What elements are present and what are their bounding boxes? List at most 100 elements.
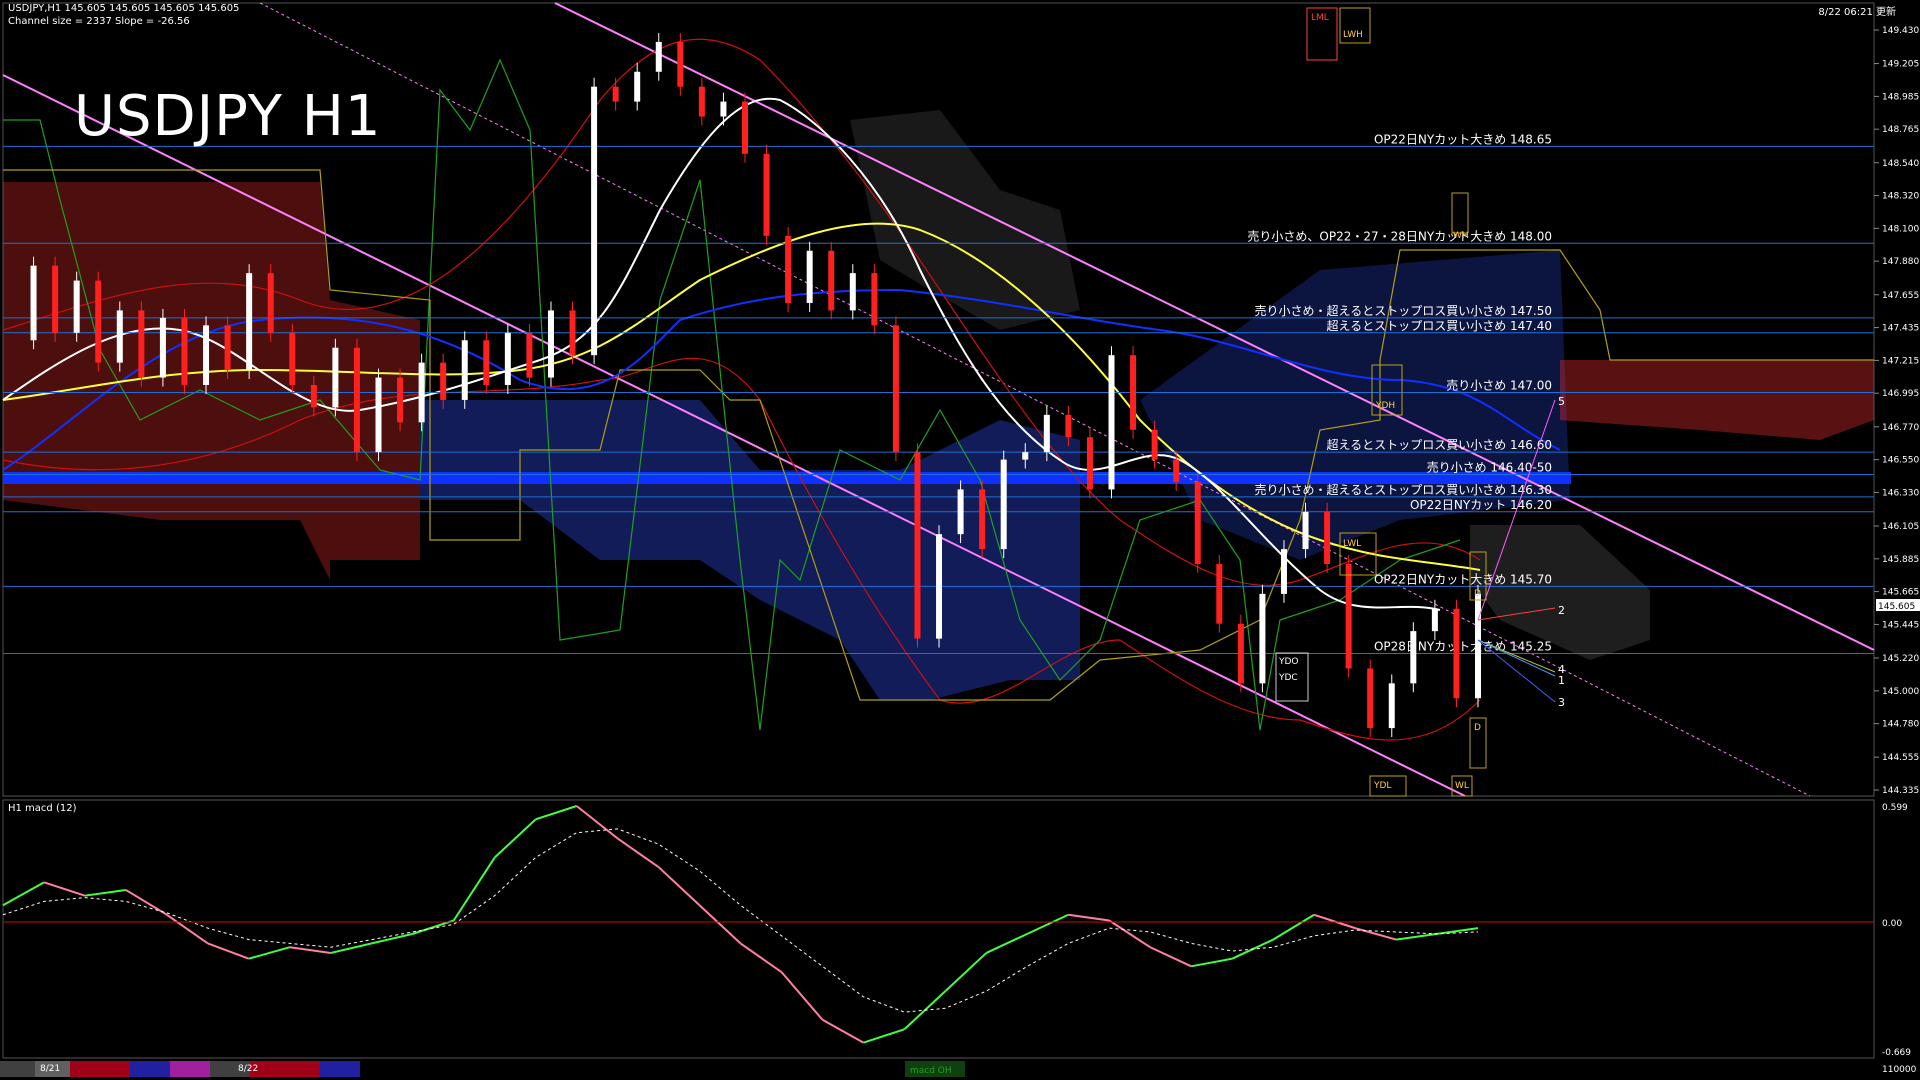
level-label: 売り小さめ・超えるとストップロス買い小さめ 146.30 xyxy=(1255,482,1552,497)
candle-body xyxy=(224,325,231,371)
candle-body xyxy=(1367,668,1374,729)
strip-seg-4 xyxy=(130,1061,170,1077)
candle-body xyxy=(634,71,641,102)
price-tick-label: 148.100 xyxy=(1882,224,1919,234)
candle-body xyxy=(440,362,447,400)
level-label: 売り小さめ 147.00 xyxy=(1446,377,1552,392)
candle-body xyxy=(936,534,943,639)
candle-body xyxy=(138,310,145,378)
candle-body xyxy=(828,250,835,311)
candle-body xyxy=(1022,452,1029,460)
strip-seg-7 xyxy=(250,1061,320,1077)
candle-body xyxy=(979,489,986,550)
candle-body xyxy=(1410,631,1417,684)
candle-body xyxy=(849,273,856,311)
price-tick-label: 147.655 xyxy=(1882,291,1919,301)
candle-body xyxy=(1431,608,1438,632)
projection-label-1: 1 xyxy=(1558,674,1565,687)
candle-body xyxy=(1151,429,1158,460)
candle-body xyxy=(418,362,425,423)
marker-d-bottom: D xyxy=(1474,723,1481,733)
date-label-2: 8/22 xyxy=(238,1064,259,1074)
level-label: OP22日NYカット大きめ 145.70 xyxy=(1374,572,1552,586)
price-tick-label: 146.105 xyxy=(1882,522,1919,532)
macd-axis-bottom: -0.669 xyxy=(1882,1048,1911,1058)
marker-d-top: D xyxy=(1474,589,1481,599)
candle-body xyxy=(914,452,921,639)
marker-ydl: YDL xyxy=(1373,781,1391,791)
price-tick-label: 145.000 xyxy=(1882,687,1919,697)
candle-body xyxy=(655,41,662,72)
price-tick-label: 145.220 xyxy=(1882,654,1919,664)
candle-body xyxy=(785,235,792,303)
candle-body xyxy=(677,41,684,87)
price-tick-label: 146.330 xyxy=(1882,488,1919,498)
candle-body xyxy=(1237,623,1244,684)
candle-body xyxy=(612,86,619,102)
price-tick-label: 146.995 xyxy=(1882,389,1919,399)
candle-body xyxy=(1065,414,1072,438)
candle-body xyxy=(397,377,404,423)
marker-ydh: YDH xyxy=(1375,401,1395,411)
channel-info: Channel size = 2337 Slope = -26.56 xyxy=(8,16,190,27)
candle-body xyxy=(526,332,533,378)
price-tick-label: 145.445 xyxy=(1882,620,1919,630)
main-chart: OP22日NYカット大きめ 148.65 売り小さめ、OP22・27・28日NYカ… xyxy=(2,2,1920,1075)
candle-body xyxy=(1086,437,1093,490)
price-tick-label: 148.540 xyxy=(1882,159,1919,169)
candle-body xyxy=(698,86,705,117)
candle-body xyxy=(1000,459,1007,550)
macd-axis-zero: 0.00 xyxy=(1882,919,1902,929)
strip-seg-5 xyxy=(170,1061,210,1077)
candle-body xyxy=(461,340,468,400)
candle-body xyxy=(720,101,727,117)
candle-body xyxy=(203,325,210,386)
price-tick-label: 147.880 xyxy=(1882,257,1919,267)
price-tick-label: 144.555 xyxy=(1882,753,1919,763)
candle-body xyxy=(1280,549,1287,594)
candle-body xyxy=(246,273,253,371)
macd-panel xyxy=(2,799,1875,1059)
level-label: 売り小さめ、OP22・27・28日NYカット大きめ 148.00 xyxy=(1247,228,1552,243)
candle-body xyxy=(1259,593,1266,684)
candle-body xyxy=(504,332,511,386)
price-tick-label: 147.215 xyxy=(1882,356,1919,366)
price-axis: 149.430 149.205 148.985 148.765 148.540 148.3… xyxy=(1874,26,1919,796)
marker-ydo: YDO xyxy=(1278,657,1299,667)
price-tick-label: 148.765 xyxy=(1882,125,1919,135)
projection-label-3: 3 xyxy=(1558,696,1565,709)
price-tick-label: 147.435 xyxy=(1882,324,1919,334)
candle-body xyxy=(1453,608,1460,699)
price-tick-label: 145.885 xyxy=(1882,555,1919,565)
strip-seg-3 xyxy=(70,1061,130,1077)
candle-body xyxy=(375,377,382,453)
marker-wl: WL xyxy=(1455,781,1469,791)
chart-title: USDJPY H1 xyxy=(74,84,382,149)
price-tick-label: 148.320 xyxy=(1882,192,1919,202)
price-tick-label: 146.770 xyxy=(1882,423,1919,433)
symbol-header: USDJPY,H1 145.605 145.605 145.605 145.60… xyxy=(8,3,240,14)
candle-body xyxy=(181,317,188,386)
marker-ydc: YDC xyxy=(1278,673,1298,683)
candle-body xyxy=(267,273,274,333)
macd-axis-top: 0.599 xyxy=(1882,803,1908,813)
marker-lwl: LWL xyxy=(1343,539,1361,549)
price-tick-label: 144.780 xyxy=(1882,720,1919,730)
level-label: 超えるとストップロス買い小さめ 147.40 xyxy=(1327,318,1552,333)
candle-body xyxy=(1194,481,1201,565)
level-label: OP22日NYカット大きめ 148.65 xyxy=(1374,132,1552,146)
candle-body xyxy=(1475,593,1481,699)
candle-body xyxy=(1108,355,1115,490)
candle-body xyxy=(1388,683,1395,729)
candle-body xyxy=(30,265,37,341)
candle-body xyxy=(73,280,80,333)
candle-body xyxy=(353,347,360,453)
session-strip: macd OH xyxy=(0,1061,965,1077)
candle-body xyxy=(95,280,102,363)
price-tick-label: 144.335 xyxy=(1882,786,1919,796)
candle-body xyxy=(957,489,964,535)
candle-body xyxy=(159,317,166,378)
candle-body xyxy=(569,310,576,356)
macd-label: H1 macd (12) xyxy=(8,803,77,814)
candle-body xyxy=(763,153,770,236)
